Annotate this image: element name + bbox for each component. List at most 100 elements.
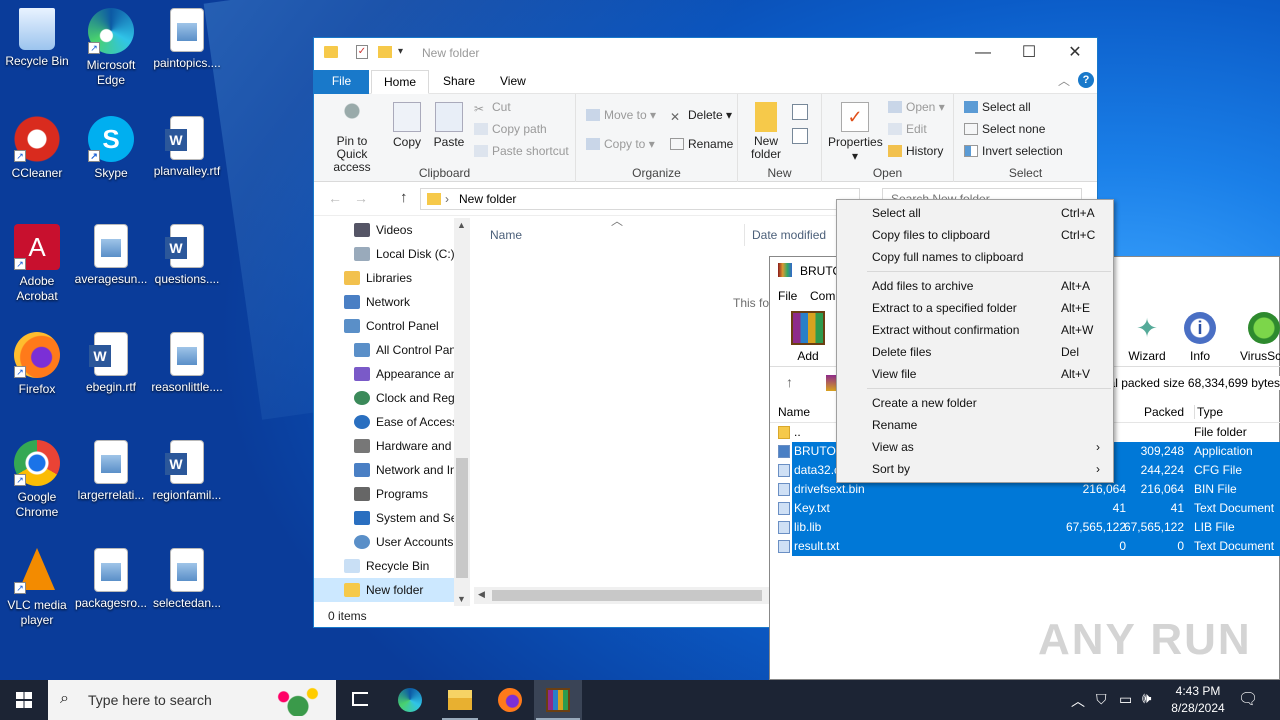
scrollbar-thumb[interactable] [456,458,468,578]
menu-commands[interactable]: Com [810,289,835,303]
menu-item-create-a-new-folder[interactable]: Create a new folder [838,392,1112,414]
column-header-name[interactable]: Name [490,224,740,246]
desktop-icon-selectedan[interactable]: selectedan... [150,548,224,611]
taskbar-winrar[interactable] [534,680,582,720]
horizontal-scrollbar[interactable]: ◀ [474,587,770,604]
table-row[interactable]: result.txt 0 0 Text Document [778,537,1280,556]
nav-item-clock-region[interactable]: Clock and Region [314,386,454,410]
taskbar-search-box[interactable]: ⌕ Type here to search [48,680,336,720]
nav-item-hardware-sound[interactable]: Hardware and Sound [314,434,454,458]
desktop-icon-ccleaner[interactable]: ↗ CCleaner [0,116,74,181]
history-button[interactable]: History [888,144,943,158]
nav-item-videos[interactable]: Videos [314,218,454,242]
up-arrow-icon[interactable]: ↑ [786,374,793,390]
nav-item-recycle-bin[interactable]: Recycle Bin [314,554,454,578]
menu-item-extract-to-a-specified-folder[interactable]: Extract to a specified folder Alt+E [838,297,1112,319]
easy-access-icon[interactable] [792,128,808,144]
address-bar[interactable]: › New folder [420,188,860,210]
notifications-icon[interactable]: 🗨 [1238,689,1258,709]
desktop-icon-averagesun[interactable]: averagesun... [74,224,148,287]
paste-button[interactable]: Paste [432,102,466,149]
tab-share[interactable]: Share [431,70,487,94]
desktop-icon-vlc[interactable]: ↗ VLC media player [0,548,74,628]
up-arrow-icon[interactable]: ↑ [400,189,408,206]
menu-item-select-all[interactable]: Select all Ctrl+A [838,202,1112,224]
desktop-icon-firefox[interactable]: ↗ Firefox [0,332,74,397]
select-none-button[interactable]: Select none [964,122,1045,136]
nav-item-ease-of-access[interactable]: Ease of Access [314,410,454,434]
column-header-type[interactable]: Type [1194,405,1223,419]
nav-item-user-accounts[interactable]: User Accounts [314,530,454,554]
navigation-scrollbar[interactable]: ▲ ▼ [454,218,470,606]
close-button[interactable]: ✕ [1052,38,1098,68]
start-button[interactable] [0,680,48,720]
edit-button[interactable]: Edit [888,122,927,136]
desktop-icon-edge[interactable]: ↗ Microsoft Edge [74,8,148,88]
maximize-button[interactable]: ☐ [1006,38,1052,68]
scroll-left-icon[interactable]: ◀ [478,589,485,600]
back-arrow-icon[interactable]: ← [328,190,342,206]
nav-item-appearance[interactable]: Appearance and Personalization [314,362,454,386]
desktop-icon-adobe-acrobat[interactable]: A ↗ Adobe Acrobat [0,224,74,304]
nav-item-system-security[interactable]: System and Security [314,506,454,530]
copy-button[interactable]: Copy [392,102,422,149]
taskbar-file-explorer[interactable] [436,680,484,720]
scrollbar-thumb[interactable] [492,590,762,601]
properties-quick-icon[interactable]: ✓ [356,45,368,59]
forward-arrow-icon[interactable]: → [354,190,368,206]
menu-item-view-file[interactable]: View file Alt+V [838,363,1112,385]
nav-item-libraries[interactable]: Libraries [314,266,454,290]
menu-item-view-as[interactable]: View as › [838,436,1112,458]
desktop-icon-chrome[interactable]: ↗ Google Chrome [0,440,74,520]
virusscan-button[interactable]: VirusScan [1236,311,1280,363]
network-icon[interactable]: ▭ [1119,691,1132,708]
copy-path-button[interactable]: Copy path [474,122,547,136]
menu-item-copy-files-to-clipboard[interactable]: Copy files to clipboard Ctrl+C [838,224,1112,246]
select-all-button[interactable]: Select all [964,100,1031,114]
new-item-icon[interactable] [792,104,808,120]
volume-icon[interactable]: 🕪 [1142,690,1151,707]
scroll-up-icon[interactable]: ▲ [457,220,466,230]
info-button[interactable]: i Info [1180,311,1220,363]
nav-item-local-disk[interactable]: Local Disk (C:) [314,242,454,266]
table-row[interactable]: Key.txt 41 41 Text Document [778,499,1280,518]
nav-item-network-internet[interactable]: Network and Internet [314,458,454,482]
minimize-button[interactable]: — [960,38,1006,68]
column-header-packed[interactable]: Packed [1144,405,1184,419]
menu-item-delete-files[interactable]: Delete files Del [838,341,1112,363]
pin-to-quick-access-button[interactable]: Pin to Quick access [320,102,384,174]
menu-item-add-files-to-archive[interactable]: Add files to archive Alt+A [838,275,1112,297]
desktop-icon-planvalley[interactable]: W planvalley.rtf [150,116,224,179]
desktop-icon-skype[interactable]: S ↗ Skype [74,116,148,181]
menu-item-copy-full-names-to-clipboard[interactable]: Copy full names to clipboard [838,246,1112,268]
menu-file[interactable]: File [778,289,797,303]
delete-button[interactable]: ✕ Delete ▾ [670,108,732,124]
paste-shortcut-button[interactable]: Paste shortcut [474,144,569,158]
desktop-icon-ebegin[interactable]: W ebegin.rtf [74,332,148,395]
add-button[interactable]: Add [788,311,828,363]
nav-item-all-control-panel-items[interactable]: All Control Panel Items [314,338,454,362]
move-to-button[interactable]: Move to ▾ [586,108,656,122]
new-folder-button[interactable]: New folder [748,102,784,161]
new-folder-quick-icon[interactable] [378,46,392,58]
scroll-down-icon[interactable]: ▼ [457,594,466,604]
desktop-icon-largerrelati[interactable]: largerrelati... [74,440,148,503]
copy-to-button[interactable]: Copy to ▾ [586,137,655,151]
menu-item-rename[interactable]: Rename [838,414,1112,436]
clock-time[interactable]: 4:43 PM [1166,684,1230,698]
menu-item-sort-by[interactable]: Sort by › [838,458,1112,480]
security-icon[interactable]: ⛉ [1096,691,1107,708]
table-row[interactable]: lib.lib 67,565,122 67,565,122 LIB File [778,518,1280,537]
taskbar-firefox[interactable] [486,680,534,720]
task-view-button[interactable] [336,680,384,720]
nav-item-new-folder[interactable]: New folder [314,578,454,602]
nav-item-control-panel[interactable]: Control Panel [314,314,454,338]
nav-item-programs[interactable]: Programs [314,482,454,506]
wizard-button[interactable]: ✦ Wizard [1125,311,1169,363]
desktop-icon-paintopics[interactable]: paintopics.... [150,8,224,71]
open-button[interactable]: Open ▾ [888,100,945,114]
desktop-icon-regionfamil[interactable]: W regionfamil... [150,440,224,503]
clock-date[interactable]: 8/28/2024 [1166,701,1230,715]
menu-item-extract-without-confirmation[interactable]: Extract without confirmation Alt+W [838,319,1112,341]
nav-item-network[interactable]: Network [314,290,454,314]
